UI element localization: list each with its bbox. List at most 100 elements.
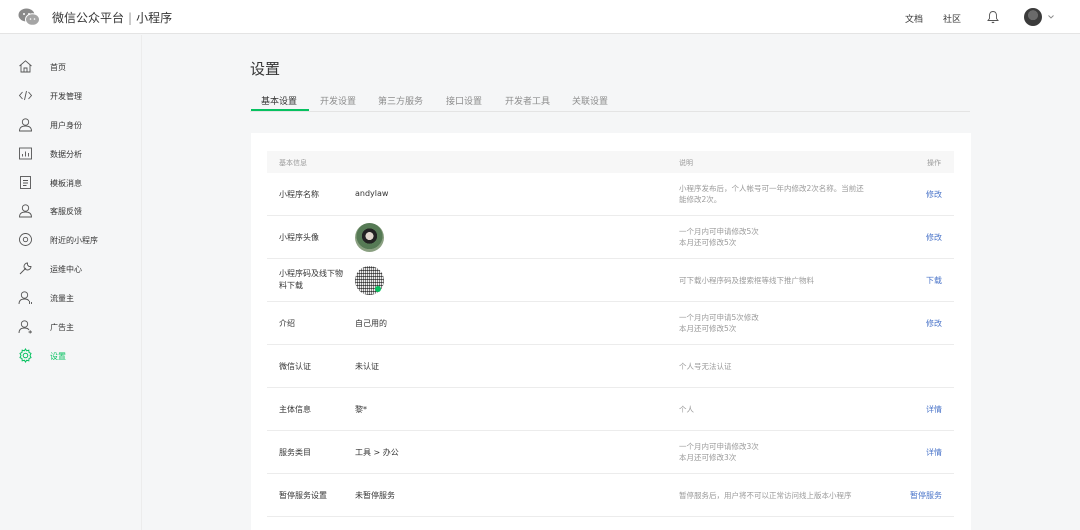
sidebar-item-label: 广告主 bbox=[50, 323, 74, 332]
row-value: 黎* bbox=[355, 405, 367, 414]
gear-icon bbox=[19, 348, 32, 363]
sidebar-item-label: 用户身份 bbox=[50, 121, 82, 130]
table-row: 微信认证 未认证 个人号无法认证 bbox=[267, 345, 954, 388]
user-icon bbox=[18, 320, 32, 334]
home-icon bbox=[19, 60, 32, 73]
row-label: 小程序名称 bbox=[279, 190, 319, 199]
active-tab-indicator bbox=[251, 109, 309, 111]
page-title: 设置 bbox=[250, 60, 281, 78]
header-basic-info: 基本信息 bbox=[279, 159, 307, 167]
row-description: 可下载小程序码及搜索框等线下推广物料 bbox=[679, 275, 884, 286]
sidebar-item-settings[interactable]: 设置 bbox=[18, 346, 142, 366]
sidebar-item-label: 运维中心 bbox=[50, 265, 82, 274]
row-label: 小程序头像 bbox=[279, 233, 319, 242]
row-description: 暂停服务后，用户将不可以正常访问线上版本小程序 bbox=[679, 490, 884, 501]
row-value: andylaw bbox=[355, 189, 389, 198]
table-row: 小程序头像 一个月内可申请修改5次 本月还可修改5次 修改 bbox=[267, 216, 954, 259]
sidebar-item-advertiser[interactable]: 广告主 bbox=[18, 317, 142, 337]
description-line: 一个月内可申请5次修改 bbox=[679, 313, 759, 322]
description-line: 小程序发布后，个人帐号可一年内修改2次名称。当前还 bbox=[679, 184, 864, 193]
tab-api-settings[interactable]: 接口设置 bbox=[446, 94, 482, 107]
sidebar: 首页 开发管理 用户身份 数据分析 模板消息 客服反馈 附近的小程序 运维中心 … bbox=[0, 35, 142, 530]
row-value: 自己用的 bbox=[355, 319, 387, 328]
description-line: 个人号无法认证 bbox=[679, 362, 732, 371]
description-line: 能修改2次。 bbox=[679, 195, 722, 204]
sidebar-item-label: 数据分析 bbox=[50, 150, 82, 159]
row-description: 个人号无法认证 bbox=[679, 361, 884, 372]
header-description: 说明 bbox=[679, 159, 693, 167]
user-icon bbox=[19, 204, 32, 218]
row-description: 一个月内可申请5次修改 本月还可修改5次 bbox=[679, 312, 884, 334]
miniprogram-qr-code bbox=[355, 266, 384, 295]
sidebar-item-label: 附近的小程序 bbox=[50, 236, 98, 245]
download-link[interactable]: 下载 bbox=[926, 275, 942, 286]
edit-avatar-link[interactable]: 修改 bbox=[926, 232, 942, 243]
settings-card: 基本信息 说明 操作 小程序名称 andylaw 小程序发布后，个人帐号可一年内… bbox=[251, 133, 971, 530]
description-line: 本月还可修改5次 bbox=[679, 238, 737, 247]
settings-tabs: 基本设置 开发设置 第三方服务 接口设置 开发者工具 关联设置 bbox=[250, 92, 970, 112]
table-header: 基本信息 说明 操作 bbox=[267, 151, 954, 173]
table-row: 服务类目 工具 > 办公 一个月内可申请修改3次 本月还可修改3次 详情 bbox=[267, 431, 954, 474]
subject-details-link[interactable]: 详情 bbox=[926, 404, 942, 415]
chart-icon bbox=[19, 147, 32, 160]
edit-name-link[interactable]: 修改 bbox=[926, 189, 942, 200]
row-label: 服务类目 bbox=[279, 448, 311, 457]
table-row: 小程序名称 andylaw 小程序发布后，个人帐号可一年内修改2次名称。当前还 … bbox=[267, 173, 954, 216]
tab-linked-settings[interactable]: 关联设置 bbox=[572, 94, 608, 107]
sidebar-item-label: 设置 bbox=[50, 352, 66, 361]
code-icon bbox=[18, 90, 33, 101]
row-label: 介绍 bbox=[279, 319, 295, 328]
table-row: 小程序码及线下物料下载 可下载小程序码及搜索框等线下推广物料 下载 bbox=[267, 259, 954, 302]
location-icon bbox=[19, 233, 32, 246]
category-details-link[interactable]: 详情 bbox=[926, 447, 942, 458]
user-icon bbox=[18, 291, 32, 305]
product-name: 小程序 bbox=[136, 11, 173, 25]
sidebar-item-traffic-owner[interactable]: 流量主 bbox=[18, 288, 142, 308]
sidebar-item-user-identity[interactable]: 用户身份 bbox=[18, 115, 142, 135]
sidebar-item-dev-manage[interactable]: 开发管理 bbox=[18, 86, 142, 106]
tab-basic-settings[interactable]: 基本设置 bbox=[261, 94, 297, 107]
table-row: 介绍 自己用的 一个月内可申请5次修改 本月还可修改5次 修改 bbox=[267, 302, 954, 345]
row-value: 工具 > 办公 bbox=[355, 448, 399, 457]
table-row: 主体信息 黎* 个人 详情 bbox=[267, 388, 954, 431]
wechat-logo-icon[interactable] bbox=[18, 8, 40, 26]
document-icon bbox=[20, 176, 31, 189]
community-link[interactable]: 社区 bbox=[943, 12, 961, 25]
description-line: 本月还可修改5次 bbox=[679, 324, 737, 333]
tab-third-party[interactable]: 第三方服务 bbox=[378, 94, 423, 107]
sidebar-item-home[interactable]: 首页 bbox=[18, 57, 142, 77]
row-label: 暂停服务设置 bbox=[279, 491, 327, 500]
user-icon bbox=[19, 118, 32, 132]
description-line: 本月还可修改3次 bbox=[679, 453, 737, 462]
row-description: 小程序发布后，个人帐号可一年内修改2次名称。当前还 能修改2次。 bbox=[679, 183, 884, 205]
sidebar-item-data-analysis[interactable]: 数据分析 bbox=[18, 144, 142, 164]
sidebar-item-label: 开发管理 bbox=[50, 92, 82, 101]
tab-dev-tools[interactable]: 开发者工具 bbox=[505, 94, 550, 107]
sidebar-item-template-message[interactable]: 模板消息 bbox=[18, 173, 142, 193]
qr-logo-dot bbox=[375, 286, 381, 292]
sidebar-item-label: 模板消息 bbox=[50, 179, 82, 188]
sidebar-item-label: 流量主 bbox=[50, 294, 74, 303]
description-line: 一个月内可申请修改5次 bbox=[679, 227, 759, 236]
bell-icon[interactable] bbox=[986, 10, 1000, 24]
header-action: 操作 bbox=[927, 159, 941, 167]
row-label: 主体信息 bbox=[279, 405, 311, 414]
row-description: 个人 bbox=[679, 404, 884, 415]
brand-title[interactable]: 微信公众平台 | 小程序 bbox=[52, 9, 172, 26]
sidebar-item-customer-feedback[interactable]: 客服反馈 bbox=[18, 201, 142, 221]
row-description: 一个月内可申请修改5次 本月还可修改5次 bbox=[679, 226, 884, 248]
edit-intro-link[interactable]: 修改 bbox=[926, 318, 942, 329]
row-value: 未认证 bbox=[355, 362, 379, 371]
row-description: 一个月内可申请修改3次 本月还可修改3次 bbox=[679, 441, 884, 463]
docs-link[interactable]: 文档 bbox=[905, 12, 923, 25]
description-line: 个人 bbox=[679, 405, 694, 414]
pause-service-link[interactable]: 暂停服务 bbox=[910, 490, 942, 501]
tab-dev-settings[interactable]: 开发设置 bbox=[320, 94, 356, 107]
sidebar-item-label: 客服反馈 bbox=[50, 207, 82, 216]
chevron-down-icon[interactable] bbox=[1047, 13, 1055, 21]
sidebar-item-nearby-miniprogram[interactable]: 附近的小程序 bbox=[18, 230, 142, 250]
description-line: 一个月内可申请修改3次 bbox=[679, 442, 759, 451]
row-label: 微信认证 bbox=[279, 362, 311, 371]
sidebar-item-ops-center[interactable]: 运维中心 bbox=[18, 259, 142, 279]
user-avatar[interactable] bbox=[1024, 8, 1042, 26]
